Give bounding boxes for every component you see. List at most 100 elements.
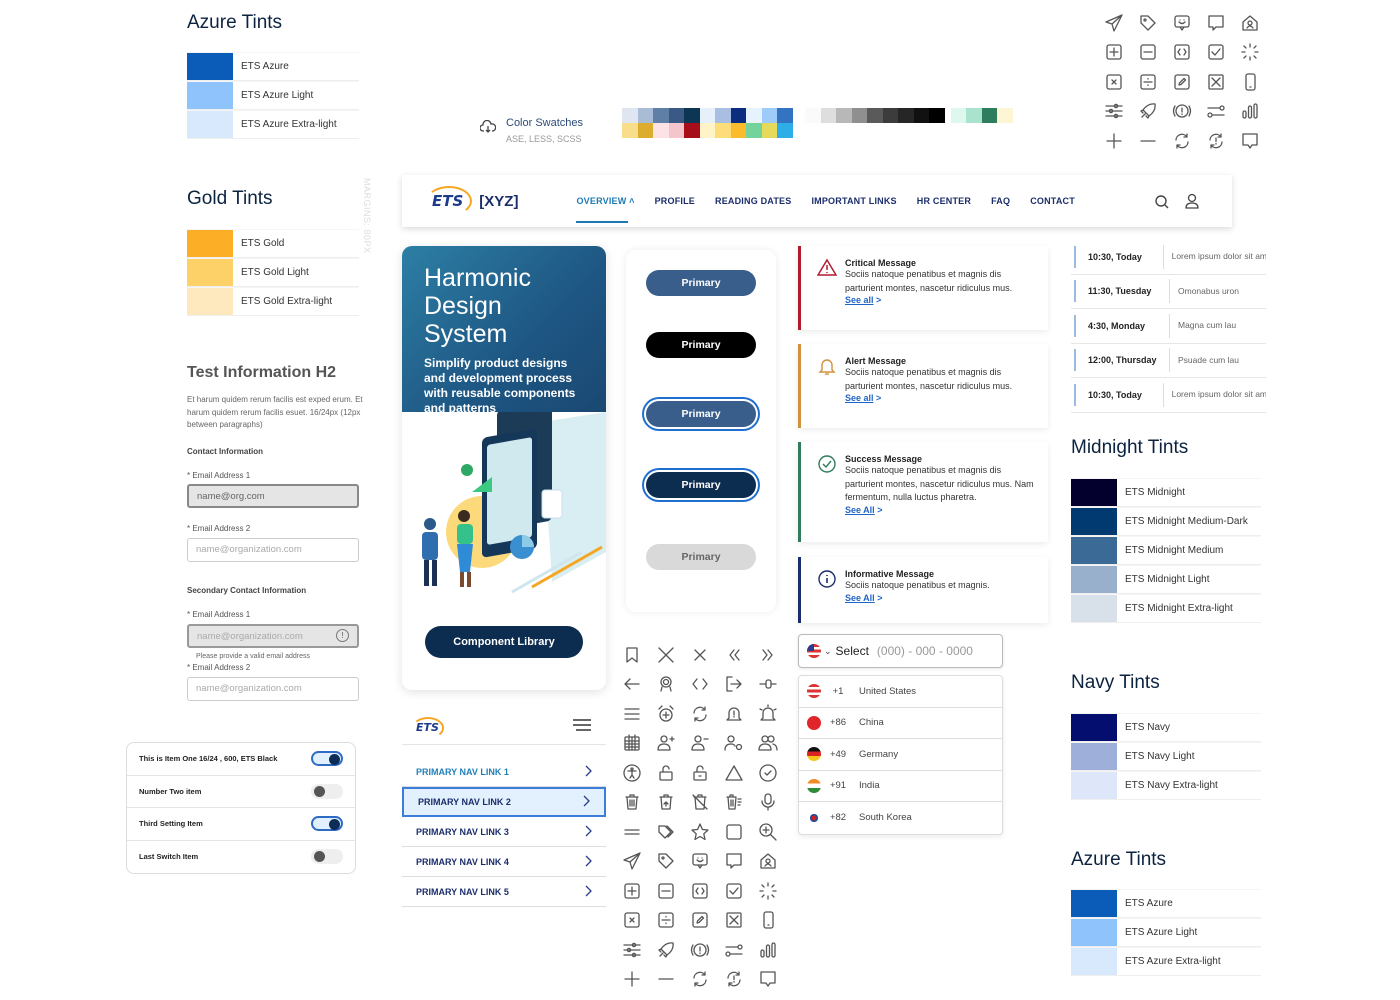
rocket-icon[interactable] [656, 935, 690, 965]
tags-icon[interactable] [656, 817, 690, 847]
plus-square-icon[interactable] [622, 876, 656, 906]
trash-restore-icon[interactable] [656, 788, 690, 818]
phone-country-select[interactable]: ⌄ Select (000) - 000 - 0000 [798, 634, 1003, 668]
see-all-link[interactable]: See all > [845, 295, 1040, 305]
slider-handle-icon[interactable] [758, 670, 792, 700]
check-square-icon[interactable] [724, 876, 758, 906]
country-option[interactable]: +49 Germany [799, 739, 1002, 771]
primary-button-focus[interactable]: Primary [646, 401, 756, 427]
mobile-ets-logo[interactable]: ETS [412, 716, 444, 739]
nav-item-faq[interactable]: FAQ [991, 196, 1010, 206]
nav-item-profile[interactable]: PROFILE [655, 196, 695, 206]
see-all-link[interactable]: See All > [845, 593, 1040, 603]
alert-circle-paren-icon[interactable] [1172, 97, 1206, 127]
plus-icon[interactable] [1104, 126, 1138, 156]
plus-square-icon[interactable] [1104, 38, 1138, 68]
close-icon[interactable] [690, 640, 724, 670]
email2-input[interactable]: name@organization.com [187, 538, 359, 562]
rocket-icon[interactable] [1138, 97, 1172, 127]
star-icon[interactable] [690, 817, 724, 847]
mobile-nav-link[interactable]: PRIMARY NAV LINK 2 [402, 787, 606, 817]
refresh-icon[interactable] [690, 699, 724, 729]
square-icon[interactable] [724, 817, 758, 847]
bar-chart-icon[interactable] [1240, 97, 1274, 127]
mobile-icon[interactable] [1240, 67, 1274, 97]
primary-button-disabled[interactable]: Primary [646, 544, 756, 570]
toggle-switch[interactable] [311, 751, 343, 767]
check-square-icon[interactable] [1206, 38, 1240, 68]
accessibility-icon[interactable] [622, 758, 656, 788]
message-icon[interactable] [1240, 126, 1274, 156]
country-option[interactable]: +86 China [799, 708, 1002, 739]
country-option[interactable]: +1 United States [799, 676, 1002, 708]
hamburger-icon[interactable] [572, 718, 592, 736]
mobile-nav-link[interactable]: PRIMARY NAV LINK 4 [402, 847, 606, 877]
toggle-switch[interactable] [311, 849, 343, 865]
message-icon[interactable] [758, 965, 792, 995]
user-settings-icon[interactable] [724, 729, 758, 759]
sliders-icon[interactable] [1104, 97, 1138, 127]
tag-icon[interactable] [656, 847, 690, 877]
send-icon[interactable] [1104, 8, 1138, 38]
code-icon[interactable] [690, 670, 724, 700]
trash-icon[interactable] [622, 788, 656, 818]
x-square-icon[interactable] [622, 906, 656, 936]
sec-email2-input[interactable]: name@organization.com [187, 677, 359, 701]
users-icon[interactable] [758, 729, 792, 759]
sync-alert-icon[interactable] [1206, 126, 1240, 156]
phone-number-input[interactable]: (000) - 000 - 0000 [877, 644, 973, 658]
tag-icon[interactable] [1138, 8, 1172, 38]
minus-square-icon[interactable] [656, 876, 690, 906]
code-square-icon[interactable] [1172, 38, 1206, 68]
chat-smile-icon[interactable] [690, 847, 724, 877]
see-all-link[interactable]: See All > [845, 505, 1040, 515]
calendar-icon[interactable] [622, 729, 656, 759]
toggle-switch[interactable] [311, 783, 343, 799]
home-user-icon[interactable] [758, 847, 792, 877]
logout-icon[interactable] [724, 670, 758, 700]
minus-icon[interactable] [1138, 126, 1172, 156]
close-square-icon[interactable] [1206, 67, 1240, 97]
primary-button-dark-focus[interactable]: Primary [646, 472, 756, 498]
nav-item-reading-dates[interactable]: READING DATES [715, 196, 791, 206]
toggle-switch[interactable] [311, 816, 343, 832]
mobile-icon[interactable] [758, 906, 792, 936]
sliders-icon[interactable] [622, 935, 656, 965]
plus-icon[interactable] [622, 965, 656, 995]
edit-square-icon[interactable] [690, 906, 724, 936]
chat-icon[interactable] [1206, 8, 1240, 38]
schedule-row[interactable]: 10:30, Today Lorem ipsum dolor sit amet [1071, 378, 1266, 413]
divide-square-icon[interactable] [1138, 67, 1172, 97]
check-circle-icon[interactable] [758, 758, 792, 788]
close-large-icon[interactable] [656, 640, 690, 670]
bookmark-icon[interactable] [622, 640, 656, 670]
loading-icon[interactable] [1240, 38, 1274, 68]
bar-chart-icon[interactable] [758, 935, 792, 965]
microphone-icon[interactable] [758, 788, 792, 818]
nav-item-important-links[interactable]: IMPORTANT LINKS [811, 196, 896, 206]
user-remove-icon[interactable] [690, 729, 724, 759]
unlock-icon[interactable] [656, 758, 690, 788]
primary-button-black[interactable]: Primary [646, 332, 756, 358]
component-library-button[interactable]: Component Library [425, 626, 583, 658]
nav-item-contact[interactable]: CONTACT [1030, 196, 1075, 206]
mobile-nav-link[interactable]: PRIMARY NAV LINK 1 [402, 757, 606, 787]
triangle-icon[interactable] [724, 758, 758, 788]
chat-smile-icon[interactable] [1172, 8, 1206, 38]
close-square-icon[interactable] [724, 906, 758, 936]
arrow-left-icon[interactable] [622, 670, 656, 700]
alert-circle-paren-icon[interactable] [690, 935, 724, 965]
chevrons-left-icon[interactable] [724, 640, 758, 670]
divide-square-icon[interactable] [656, 906, 690, 936]
nav-item-hr-center[interactable]: HR CENTER [917, 196, 971, 206]
sec-email1-input[interactable]: name@organization.com ! [187, 624, 359, 648]
toggle-line-icon[interactable] [1206, 97, 1240, 127]
loading-icon[interactable] [758, 876, 792, 906]
download-cloud-icon[interactable] [479, 119, 497, 139]
minus-icon[interactable] [656, 965, 690, 995]
bell-alert-icon[interactable] [724, 699, 758, 729]
ets-logo[interactable]: ETS [426, 186, 472, 216]
mobile-nav-link[interactable]: PRIMARY NAV LINK 5 [402, 877, 606, 907]
mobile-nav-link[interactable]: PRIMARY NAV LINK 3 [402, 817, 606, 847]
email1-input[interactable]: name@org.com [187, 484, 359, 508]
